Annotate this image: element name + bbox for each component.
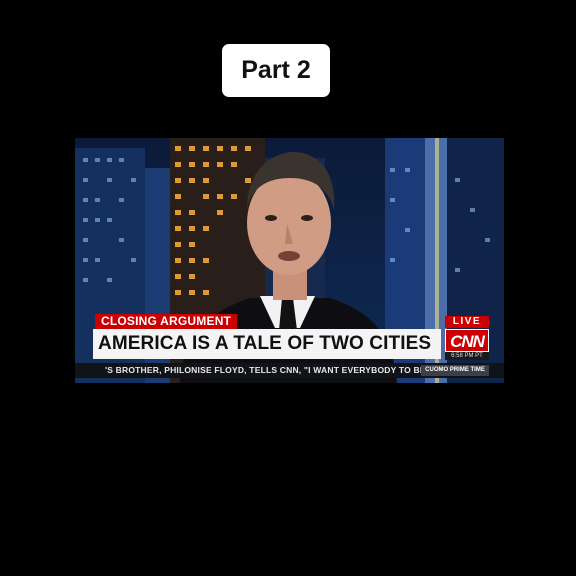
broadcast-time: 6:58 PM PT: [445, 352, 489, 360]
live-tag: LIVE: [445, 316, 489, 328]
ticker-text: 'S BROTHER, PHILONISE FLOYD, TELLS CNN, …: [105, 365, 441, 375]
chyron-label: CLOSING ARGUMENT: [95, 314, 238, 329]
video-frame[interactable]: CLOSING ARGUMENT AMERICA IS A TALE OF TW…: [75, 138, 504, 383]
cnn-logo: CNN: [445, 329, 489, 352]
chyron-headline: AMERICA IS A TALE OF TWO CITIES: [93, 329, 441, 359]
show-name-tag: CUOMO PRIME TIME: [421, 365, 489, 376]
part-label: Part 2: [222, 44, 330, 97]
